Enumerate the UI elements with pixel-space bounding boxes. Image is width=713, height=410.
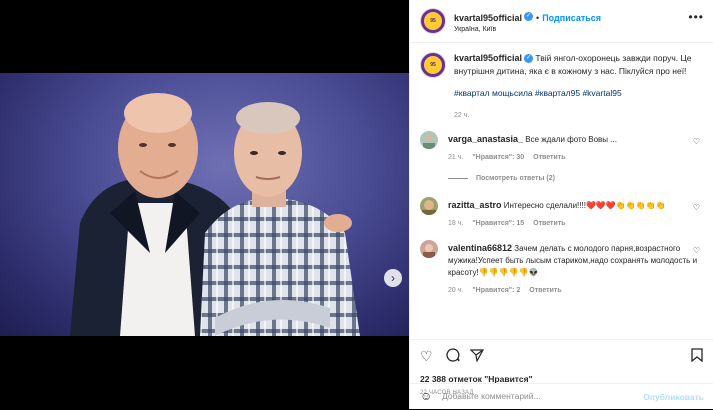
post-header: 95 kvartal95official ✓ • Подписаться Україн… [410,0,713,43]
caption-hashtags[interactable]: #квартал мощьсила #квартал95 #kvartal95 [454,87,706,100]
author-avatar[interactable]: 95 [420,8,446,34]
author-username[interactable]: kvartal95official [454,13,522,23]
comment-time: 18 ч. [448,220,464,227]
like-comment-icon[interactable]: ♡ [693,203,700,212]
share-icon[interactable] [469,348,485,365]
caption-author-avatar[interactable]: 95 [420,52,446,78]
comment-text: Интересно сделали!!!!❤️❤️❤️👏👏👏👏👏 [503,201,666,210]
emoji-icon[interactable]: ☺ [420,389,432,403]
comment-likes[interactable]: "Нравится": 30 [472,154,524,161]
comment-icon[interactable] [446,348,460,365]
commenter-avatar[interactable] [420,240,438,258]
view-replies-label: Посмотреть ответы (2) [476,175,555,182]
post-photo[interactable]: › [0,73,409,336]
commenter-avatar[interactable] [420,131,438,149]
bookmark-icon[interactable] [691,348,703,365]
photo-illustration [70,93,360,336]
post-media-area: › [0,0,409,409]
caption-username[interactable]: kvartal95official [454,53,522,63]
post-caption: kvartal95official ✓ Твій янгол-охоронець … [454,52,706,122]
like-comment-icon[interactable]: ♡ [693,137,700,146]
commenter-username[interactable]: razitta_astro [448,200,502,210]
more-options-icon[interactable]: ••• [688,10,704,24]
commenter-username[interactable]: valentina66812 [448,243,512,253]
comment-text: Все ждали фото Вовы ... [525,135,617,144]
comment-time: 21 ч. [448,154,464,161]
view-replies-button[interactable]: Посмотреть ответы (2) [448,175,555,182]
heart-icon[interactable]: ♡ [420,348,433,365]
commenter-avatar[interactable] [420,197,438,215]
like-comment-icon[interactable]: ♡ [693,246,700,255]
chevron-right-icon: › [391,271,395,285]
verified-badge-icon: ✓ [524,12,534,22]
reply-button[interactable]: Ответить [533,220,565,227]
post-location[interactable]: Україна, Київ [454,26,601,33]
post-side-panel: 95 kvartal95official ✓ • Подписаться Україн… [409,0,713,409]
commenter-username[interactable]: varga_anastasia_ [448,134,523,144]
comment-likes[interactable]: "Нравится": 15 [472,220,524,227]
add-comment-bar: ☺ Опубликовать [410,383,713,410]
publish-button[interactable]: Опубликовать [643,392,704,402]
next-slide-button[interactable]: › [384,269,402,287]
reply-button[interactable]: Ответить [529,287,561,294]
verified-badge-icon: ✓ [524,54,534,64]
comment-likes[interactable]: "Нравится": 2 [472,287,520,294]
caption-time: 22 ч. [454,112,470,119]
subscribe-button[interactable]: Подписаться [542,13,601,23]
comment-input[interactable] [440,390,644,402]
reply-button[interactable]: Ответить [533,154,565,161]
separator-dot: • [536,13,540,23]
comment-time: 20 ч. [448,287,464,294]
